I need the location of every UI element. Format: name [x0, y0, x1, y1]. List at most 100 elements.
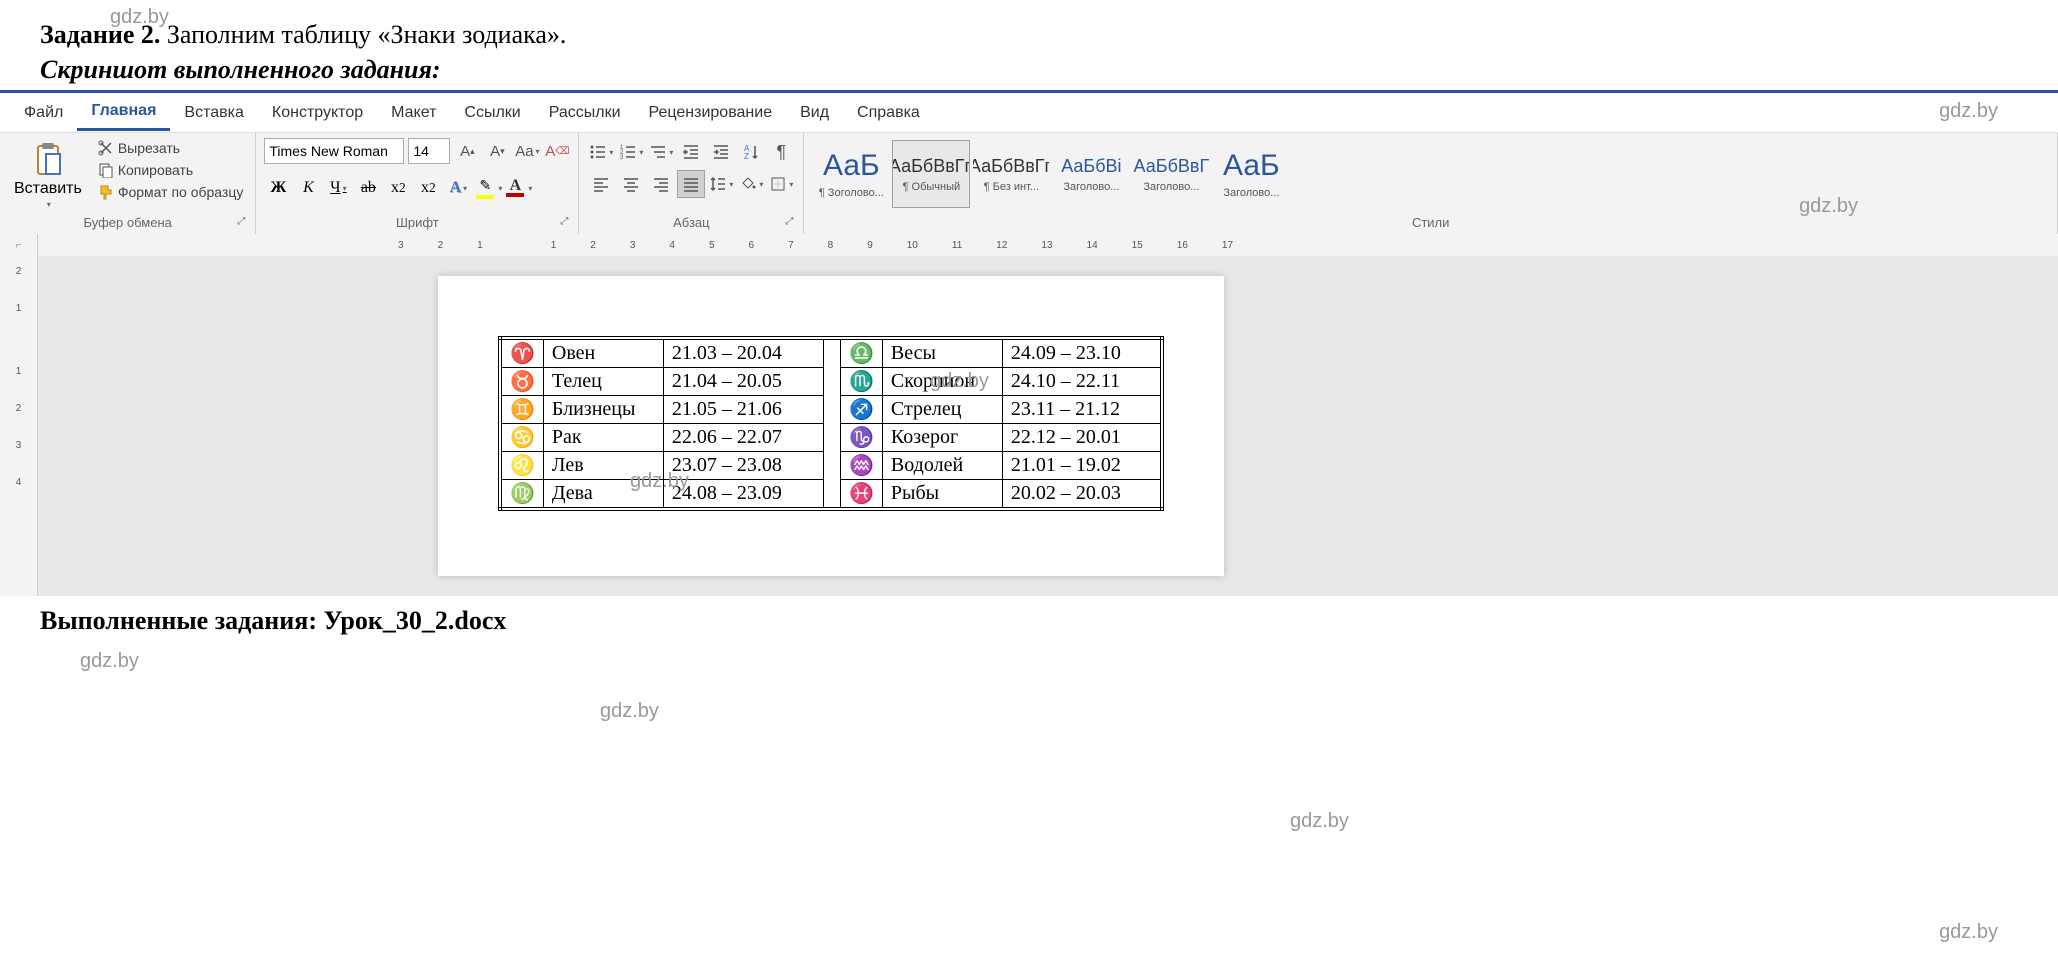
table-cell[interactable]: 21.03 – 20.04 [663, 338, 823, 368]
copy-button[interactable]: Копировать [94, 160, 248, 180]
style-item[interactable]: АаБбВвГг,¶ Обычный [892, 140, 970, 208]
font-size-select[interactable] [408, 138, 450, 164]
table-cell[interactable]: Козерог [882, 424, 1002, 452]
table-cell[interactable]: 21.05 – 21.06 [663, 396, 823, 424]
tab-view[interactable]: Вид [786, 96, 843, 130]
numbering-button[interactable]: 123▾ [617, 138, 645, 166]
vertical-ruler[interactable]: 211234 [0, 256, 38, 596]
text-effects-button[interactable]: A▾ [444, 174, 472, 202]
tab-layout[interactable]: Макет [377, 96, 450, 130]
bold-button[interactable]: Ж [264, 174, 292, 202]
sort-button[interactable]: AZ [737, 138, 765, 166]
underline-button[interactable]: Ч▾ [324, 174, 352, 202]
table-cell[interactable]: ♎ [840, 338, 882, 368]
tab-insert[interactable]: Вставка [170, 96, 257, 130]
table-cell[interactable] [823, 424, 840, 452]
table-cell[interactable]: Водолей [882, 452, 1002, 480]
style-item[interactable]: АаБбВіЗаголово... [1052, 140, 1130, 208]
tab-mailings[interactable]: Рассылки [535, 96, 635, 130]
line-spacing-button[interactable]: ▾ [707, 170, 735, 198]
grow-font-button[interactable]: A▴ [454, 138, 480, 164]
zodiac-table[interactable]: ♈Овен21.03 – 20.04 ♎Весы24.09 – 23.10 ♉Тел… [498, 336, 1164, 511]
table-cell[interactable]: 21.01 – 19.02 [1002, 452, 1162, 480]
table-cell[interactable] [823, 452, 840, 480]
style-item[interactable]: АаБЗаголово... [1212, 140, 1290, 208]
tab-design[interactable]: Конструктор [258, 96, 377, 130]
table-cell[interactable]: ♊ [500, 396, 543, 424]
table-cell[interactable]: Близнецы [543, 396, 663, 424]
table-cell[interactable]: Стрелец [882, 396, 1002, 424]
paste-button[interactable]: Вставить ▾ [8, 138, 88, 213]
table-cell[interactable]: 24.08 – 23.09 [663, 480, 823, 510]
table-cell[interactable]: 24.10 – 22.11 [1002, 368, 1162, 396]
table-cell[interactable]: 23.07 – 23.08 [663, 452, 823, 480]
strike-button[interactable]: ab [354, 174, 382, 202]
table-cell[interactable]: ♏ [840, 368, 882, 396]
style-item[interactable]: АаБбВвГЗаголово... [1132, 140, 1210, 208]
style-item[interactable]: АаБ¶ Зоголово... [812, 140, 890, 208]
clear-format-button[interactable]: A⌫ [544, 138, 570, 164]
table-cell[interactable]: ♋ [500, 424, 543, 452]
clipboard-dialog-launcher[interactable]: ⤢ [237, 216, 251, 230]
table-cell[interactable]: Рак [543, 424, 663, 452]
document-page[interactable]: ♈Овен21.03 – 20.04 ♎Весы24.09 – 23.10 ♉Тел… [438, 276, 1224, 576]
increase-indent-button[interactable] [707, 138, 735, 166]
tab-home[interactable]: Главная [77, 94, 170, 131]
style-item[interactable]: АаБбВвГг,¶ Без инт... [972, 140, 1050, 208]
table-cell[interactable]: ♍ [500, 480, 543, 510]
tab-help[interactable]: Справка [843, 96, 934, 130]
font-color-button[interactable]: A▾ [504, 174, 532, 202]
tab-review[interactable]: Рецензирование [635, 96, 787, 130]
align-center-button[interactable] [617, 170, 645, 198]
table-cell[interactable]: 23.11 – 21.12 [1002, 396, 1162, 424]
table-cell[interactable]: 22.06 – 22.07 [663, 424, 823, 452]
styles-gallery[interactable]: АаБ¶ Зоголово...АаБбВвГг,¶ ОбычныйАаБбВв… [812, 138, 2049, 210]
table-cell[interactable]: ♑ [840, 424, 882, 452]
table-cell[interactable]: ♓ [840, 480, 882, 510]
bullets-button[interactable]: ▾ [587, 138, 615, 166]
tab-file[interactable]: Файл [10, 96, 77, 130]
font-name-select[interactable] [264, 138, 404, 164]
table-cell[interactable]: 21.04 – 20.05 [663, 368, 823, 396]
decrease-indent-button[interactable] [677, 138, 705, 166]
align-left-button[interactable] [587, 170, 615, 198]
table-cell[interactable]: Дева [543, 480, 663, 510]
shading-button[interactable]: ▾ [737, 170, 765, 198]
cut-button[interactable]: Вырезать [94, 138, 248, 158]
bucket-icon [739, 175, 757, 193]
table-cell[interactable] [823, 480, 840, 510]
align-justify-button[interactable] [677, 170, 705, 198]
table-cell[interactable] [823, 368, 840, 396]
table-cell[interactable]: ♌ [500, 452, 543, 480]
table-cell[interactable]: Весы [882, 338, 1002, 368]
table-cell[interactable]: ♐ [840, 396, 882, 424]
table-cell[interactable]: Скорпион [882, 368, 1002, 396]
show-hide-button[interactable]: ¶ [767, 138, 795, 166]
paragraph-dialog-launcher[interactable]: ⤢ [785, 216, 799, 230]
format-painter-button[interactable]: Формат по образцу [94, 182, 248, 202]
table-cell[interactable]: ♈ [500, 338, 543, 368]
multilevel-button[interactable]: ▾ [647, 138, 675, 166]
horizontal-ruler[interactable]: 3211234567891011121314151617 [38, 234, 2058, 256]
table-cell[interactable]: 24.09 – 23.10 [1002, 338, 1162, 368]
highlight-button[interactable]: ✎▾ [474, 174, 502, 202]
font-dialog-launcher[interactable]: ⤢ [560, 216, 574, 230]
table-cell[interactable]: Лев [543, 452, 663, 480]
borders-button[interactable]: ▾ [767, 170, 795, 198]
table-cell[interactable]: ♉ [500, 368, 543, 396]
table-cell[interactable] [823, 338, 840, 368]
subscript-button[interactable]: x2 [384, 174, 412, 202]
table-cell[interactable]: Овен [543, 338, 663, 368]
table-cell[interactable]: 22.12 – 20.01 [1002, 424, 1162, 452]
align-right-button[interactable] [647, 170, 675, 198]
table-cell[interactable]: 20.02 – 20.03 [1002, 480, 1162, 510]
tab-references[interactable]: Ссылки [450, 96, 534, 130]
italic-button[interactable]: К [294, 174, 322, 202]
change-case-button[interactable]: Aa▾ [514, 138, 540, 164]
table-cell[interactable]: Рыбы [882, 480, 1002, 510]
table-cell[interactable]: Телец [543, 368, 663, 396]
table-cell[interactable] [823, 396, 840, 424]
shrink-font-button[interactable]: A▾ [484, 138, 510, 164]
superscript-button[interactable]: x2 [414, 174, 442, 202]
table-cell[interactable]: ♒ [840, 452, 882, 480]
